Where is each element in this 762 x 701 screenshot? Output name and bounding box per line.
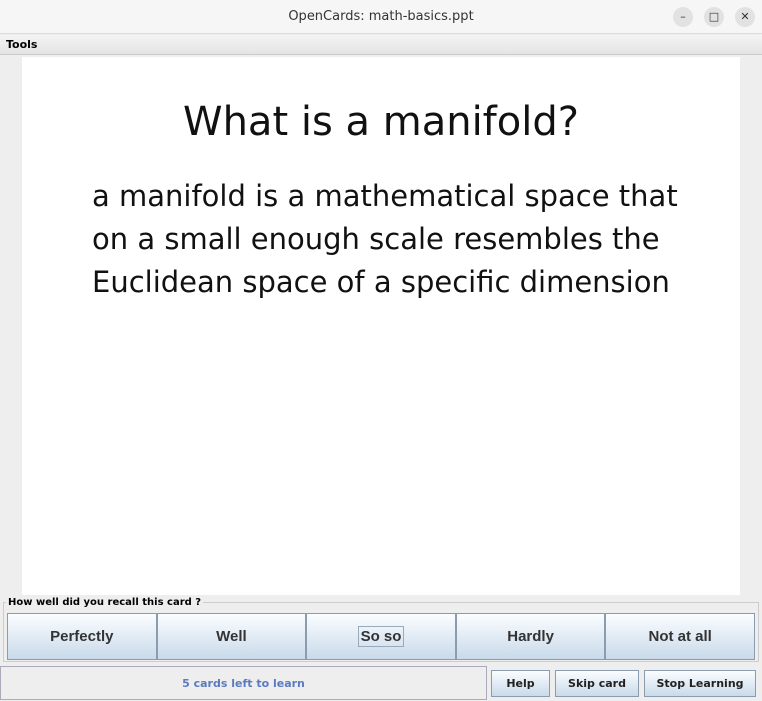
card-answer: a manifold is a mathematical space that … [92, 175, 740, 304]
answer-line: a manifold is a mathematical space that [92, 179, 678, 213]
button-label: Perfectly [50, 628, 114, 645]
button-label: Hardly [507, 628, 554, 645]
window-title: OpenCards: math-basics.ppt [288, 9, 474, 24]
button-label: So so [357, 626, 405, 647]
skip-card-button[interactable]: Skip card [555, 670, 639, 697]
rating-label: How well did you recall this card ? [6, 597, 204, 608]
title-bar: OpenCards: math-basics.ppt – □ ✕ [0, 0, 762, 34]
answer-line: Euclidean space of a specific dimension [92, 265, 670, 299]
stop-learning-button[interactable]: Stop Learning [644, 670, 756, 697]
card-question: What is a manifold? [183, 99, 579, 145]
menu-tools[interactable]: Tools [6, 38, 37, 51]
rate-not-at-all-button[interactable]: Not at all [605, 613, 755, 660]
button-label: Well [216, 628, 247, 645]
rate-well-button[interactable]: Well [156, 613, 307, 660]
flashcard: What is a manifold? a manifold is a math… [22, 57, 740, 595]
button-label: Not at all [648, 628, 712, 645]
close-icon[interactable]: ✕ [735, 7, 755, 27]
answer-line: on a small enough scale resembles the [92, 222, 660, 256]
menu-bar: Tools [0, 35, 762, 55]
status-text: 5 cards left to learn [0, 666, 487, 700]
rate-hardly-button[interactable]: Hardly [455, 613, 606, 660]
rate-so-so-button[interactable]: So so [306, 613, 456, 660]
maximize-icon[interactable]: □ [704, 7, 724, 27]
help-button[interactable]: Help [491, 670, 550, 697]
rate-perfectly-button[interactable]: Perfectly [7, 613, 157, 660]
minimize-icon[interactable]: – [673, 7, 693, 27]
